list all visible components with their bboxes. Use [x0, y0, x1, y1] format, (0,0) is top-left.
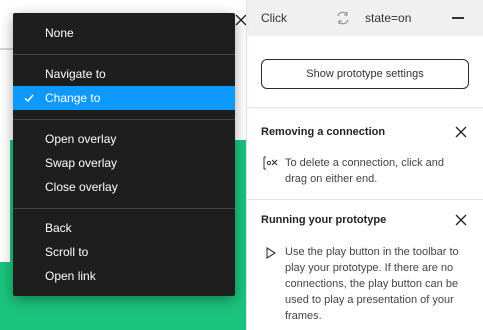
menu-separator: [13, 208, 235, 209]
tip-title: Running your prototype: [261, 214, 387, 226]
interaction-row[interactable]: Click state=on: [247, 0, 483, 36]
action-dropdown-menu: None Navigate to Change to Open overlay …: [13, 13, 235, 296]
show-prototype-settings-button[interactable]: Show prototype settings: [261, 59, 469, 89]
swap-icon: [337, 11, 349, 25]
prototype-panel: Click state=on Show prototype settings R…: [246, 0, 483, 330]
menu-item-scroll-to[interactable]: Scroll to: [13, 240, 235, 264]
connection-delete-icon: [263, 156, 278, 170]
tip-text: To delete a connection, click and drag o…: [285, 157, 444, 185]
menu-item-open-overlay[interactable]: Open overlay: [13, 127, 235, 151]
tip-text: Use the play button in the toolbar to pl…: [285, 246, 459, 322]
close-icon[interactable]: [454, 125, 468, 139]
menu-item-close-overlay[interactable]: Close overlay: [13, 175, 235, 199]
menu-item-navigate-to[interactable]: Navigate to: [13, 62, 235, 86]
divider: [247, 107, 483, 108]
play-icon: [266, 247, 277, 259]
canvas-frame-edge: [0, 140, 10, 262]
checkmark-icon: [24, 94, 34, 103]
canvas-divider: [0, 48, 14, 50]
divider: [247, 199, 483, 200]
tip-title: Removing a connection: [261, 126, 386, 138]
menu-item-open-link[interactable]: Open link: [13, 264, 235, 288]
menu-item-none[interactable]: None: [13, 21, 235, 45]
menu-separator: [13, 119, 235, 120]
menu-item-label: Change to: [45, 91, 101, 105]
menu-separator: [13, 54, 235, 55]
remove-interaction-icon[interactable]: [452, 17, 464, 19]
trigger-label[interactable]: Click: [261, 11, 287, 25]
menu-item-swap-overlay[interactable]: Swap overlay: [13, 151, 235, 175]
menu-item-change-to[interactable]: Change to: [13, 86, 235, 110]
menu-item-back[interactable]: Back: [13, 216, 235, 240]
state-label[interactable]: state=on: [365, 11, 411, 25]
close-icon[interactable]: [454, 213, 468, 227]
